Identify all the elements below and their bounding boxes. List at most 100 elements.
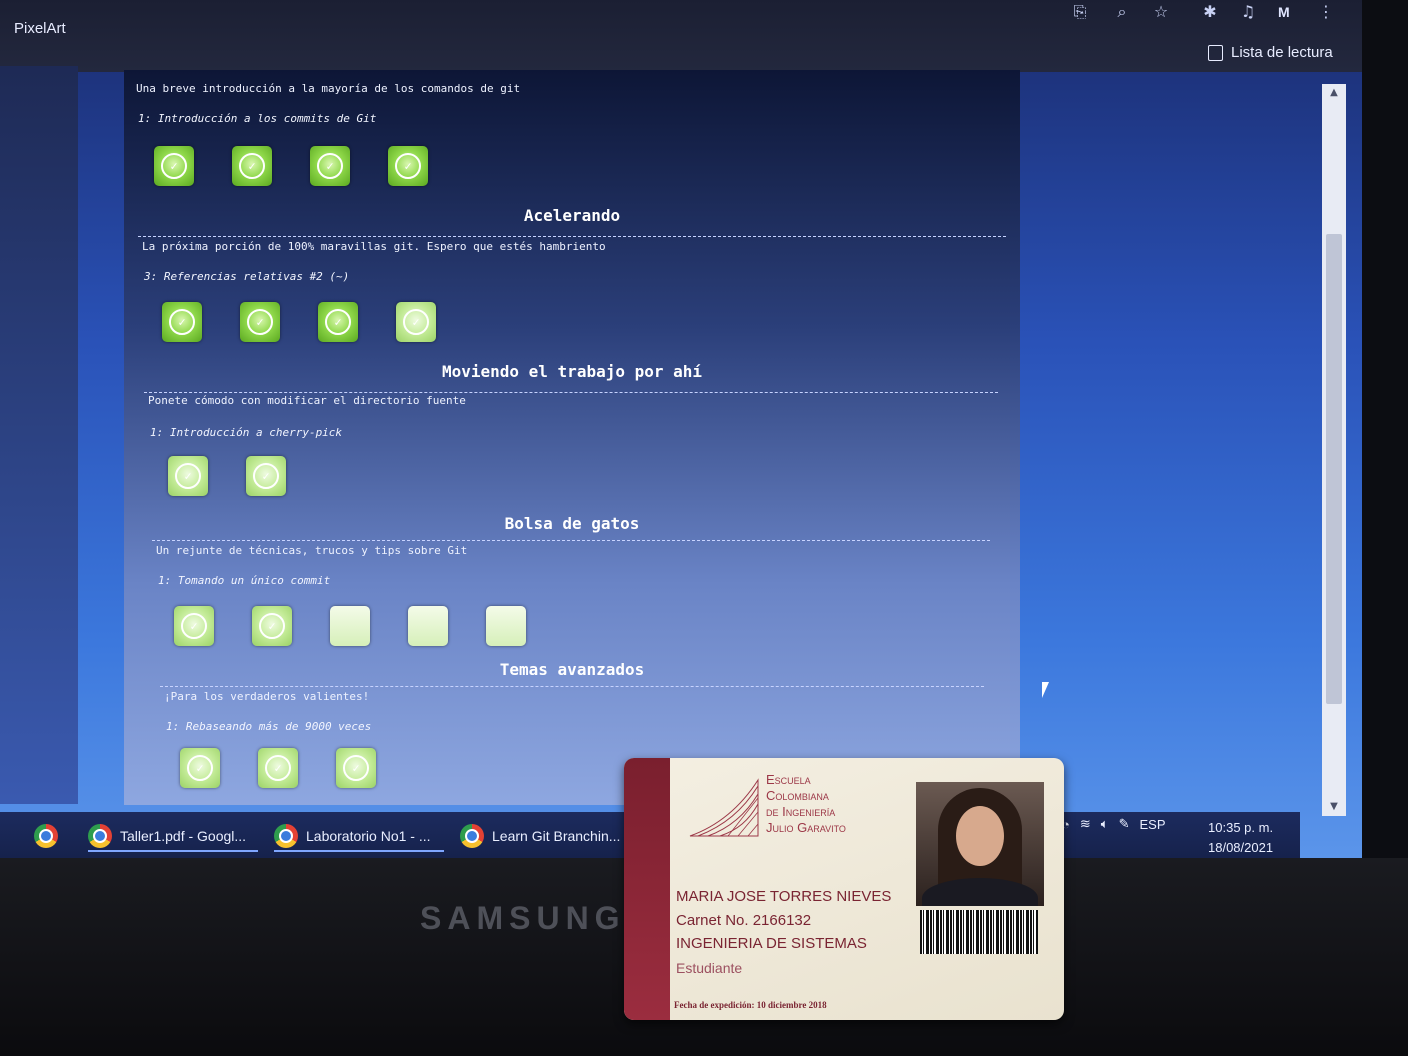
media-playlist-icon[interactable]: ♫ bbox=[1238, 2, 1258, 22]
check-icon: ✓ bbox=[161, 153, 187, 179]
monitor-screen: PixelArt ⎘ ⌕ ☆ ✱ ♫ M ⋮ Lista de lectura … bbox=[0, 0, 1362, 858]
school-logo-icon bbox=[689, 778, 759, 837]
taskbar-chrome-launcher[interactable] bbox=[34, 820, 58, 852]
reading-list-button[interactable]: Lista de lectura bbox=[1208, 44, 1333, 61]
tab-title[interactable]: PixelArt bbox=[14, 20, 66, 37]
check-icon: ✓ bbox=[175, 463, 201, 489]
check-icon: ✓ bbox=[403, 309, 429, 335]
scroll-up-arrow-icon[interactable]: ▲ bbox=[1322, 84, 1346, 102]
more-menu-icon[interactable]: ⋮ bbox=[1316, 2, 1336, 22]
section-title: Temas avanzados bbox=[499, 660, 645, 679]
taskbar-item-learn-git[interactable]: Learn Git Branchin... bbox=[460, 820, 630, 852]
level-icons: ✓ ✓ bbox=[174, 606, 526, 646]
language-indicator[interactable]: ESP bbox=[1139, 817, 1165, 832]
level-button[interactable]: ✓ bbox=[336, 748, 376, 788]
profile-avatar[interactable]: M bbox=[1278, 4, 1290, 20]
intro-text: Una breve introducción a la mayoría de l… bbox=[136, 82, 521, 95]
zoom-icon[interactable]: ⌕ bbox=[1112, 2, 1132, 22]
extensions-icon[interactable]: ✱ bbox=[1200, 2, 1220, 22]
level-button[interactable]: ✓ bbox=[310, 146, 350, 186]
level-label: 1: Tomando un único commit bbox=[158, 574, 331, 587]
check-icon: ✓ bbox=[247, 309, 273, 335]
level-button[interactable]: ✓ bbox=[252, 606, 292, 646]
check-icon: ✓ bbox=[187, 755, 213, 781]
level-icons: ✓ ✓ ✓ bbox=[180, 748, 376, 788]
level-button[interactable]: ✓ bbox=[232, 146, 272, 186]
barcode bbox=[920, 910, 1038, 954]
divider bbox=[160, 686, 984, 687]
scroll-thumb[interactable] bbox=[1326, 234, 1342, 704]
chrome-icon bbox=[274, 824, 298, 848]
active-indicator bbox=[274, 850, 444, 852]
left-panel bbox=[0, 66, 78, 804]
student-id-card: Escuela Colombiana de Ingeniería Julio G… bbox=[624, 758, 1064, 1020]
taskbar-item-taller[interactable]: Taller1.pdf - Googl... bbox=[88, 820, 258, 852]
volume-icon[interactable]: 🔈︎ bbox=[1101, 816, 1109, 832]
level-label: 3: Referencias relativas #2 (~) bbox=[144, 270, 350, 283]
level-button[interactable]: ✓ bbox=[318, 302, 358, 342]
school-name-line: Escuela bbox=[766, 772, 811, 787]
issue-date: Fecha de expedición: 10 diciembre 2018 bbox=[674, 1000, 827, 1010]
section-description: La próxima porción de 100% maravillas gi… bbox=[142, 240, 606, 253]
level-label: 1: Introducción a los commits de Git bbox=[138, 112, 377, 125]
section-title: Acelerando bbox=[523, 206, 621, 225]
level-button[interactable]: ✓ bbox=[154, 146, 194, 186]
level-button[interactable]: ✓ bbox=[180, 748, 220, 788]
translate-icon[interactable]: ⎘ bbox=[1070, 2, 1090, 22]
level-button[interactable] bbox=[330, 606, 370, 646]
level-button[interactable]: ✓ bbox=[246, 456, 286, 496]
check-icon: ✓ bbox=[253, 463, 279, 489]
clock-time: 10:35 p. m. bbox=[1208, 820, 1274, 835]
levels-dialog: Una breve introducción a la mayoría de l… bbox=[124, 70, 1020, 805]
level-button[interactable] bbox=[486, 606, 526, 646]
check-icon: ✓ bbox=[259, 613, 285, 639]
program-name: INGENIERIA DE SISTEMAS bbox=[676, 935, 867, 952]
student-role: Estudiante bbox=[676, 960, 743, 976]
student-name: MARIA JOSE TORRES NIEVES bbox=[676, 888, 892, 905]
taskbar-item-laboratorio[interactable]: Laboratorio No1 - ... bbox=[274, 820, 444, 852]
pen-icon[interactable]: ✎ bbox=[1119, 816, 1130, 832]
clock-date: 18/08/2021 bbox=[1208, 840, 1274, 855]
school-name-line: Julio Garavito bbox=[766, 820, 846, 835]
school-name: Escuela Colombiana de Ingeniería Julio G… bbox=[766, 772, 846, 836]
vertical-scrollbar[interactable]: ▲ ▼ bbox=[1322, 84, 1346, 816]
level-button[interactable]: ✓ bbox=[162, 302, 202, 342]
level-label: 1: Rebaseando más de 9000 veces bbox=[166, 720, 372, 733]
level-icons: ✓ ✓ ✓ ✓ bbox=[154, 146, 428, 186]
wifi-icon[interactable]: ≋ bbox=[1080, 816, 1091, 832]
divider bbox=[152, 540, 990, 541]
level-button[interactable]: ✓ bbox=[174, 606, 214, 646]
chrome-icon bbox=[88, 824, 112, 848]
level-button[interactable]: ✓ bbox=[396, 302, 436, 342]
school-name-line: de Ingeniería bbox=[766, 804, 836, 819]
star-icon[interactable]: ☆ bbox=[1151, 2, 1171, 22]
level-button[interactable]: ✓ bbox=[388, 146, 428, 186]
active-indicator bbox=[88, 850, 258, 852]
level-icons: ✓ ✓ bbox=[168, 456, 286, 496]
section-title: Moviendo el trabajo por ahí bbox=[441, 362, 703, 381]
divider bbox=[138, 236, 1006, 237]
level-button[interactable]: ✓ bbox=[240, 302, 280, 342]
system-tray: ◔ ≋ 🔈︎ ✎ ESP bbox=[1062, 816, 1166, 832]
chrome-icon bbox=[34, 824, 58, 848]
section-description: Un rejunte de técnicas, trucos y tips so… bbox=[156, 544, 468, 557]
section-title: Bolsa de gatos bbox=[504, 514, 640, 533]
check-icon: ✓ bbox=[239, 153, 265, 179]
taskbar-item-label: Learn Git Branchin... bbox=[492, 828, 621, 844]
level-button[interactable] bbox=[408, 606, 448, 646]
check-icon: ✓ bbox=[265, 755, 291, 781]
student-photo bbox=[916, 782, 1044, 906]
divider bbox=[144, 392, 998, 393]
scroll-down-arrow-icon[interactable]: ▼ bbox=[1322, 798, 1346, 816]
check-icon: ✓ bbox=[317, 153, 343, 179]
check-icon: ✓ bbox=[343, 755, 369, 781]
mouse-pointer-icon bbox=[1042, 682, 1049, 698]
level-button[interactable]: ✓ bbox=[258, 748, 298, 788]
level-icons: ✓ ✓ ✓ ✓ bbox=[162, 302, 436, 342]
check-icon: ✓ bbox=[181, 613, 207, 639]
reading-list-icon bbox=[1208, 44, 1223, 61]
carnet-number: Carnet No. 2166132 bbox=[676, 912, 812, 929]
clock[interactable]: 10:35 p. m. 18/08/2021 bbox=[1208, 818, 1273, 858]
check-icon: ✓ bbox=[325, 309, 351, 335]
level-button[interactable]: ✓ bbox=[168, 456, 208, 496]
